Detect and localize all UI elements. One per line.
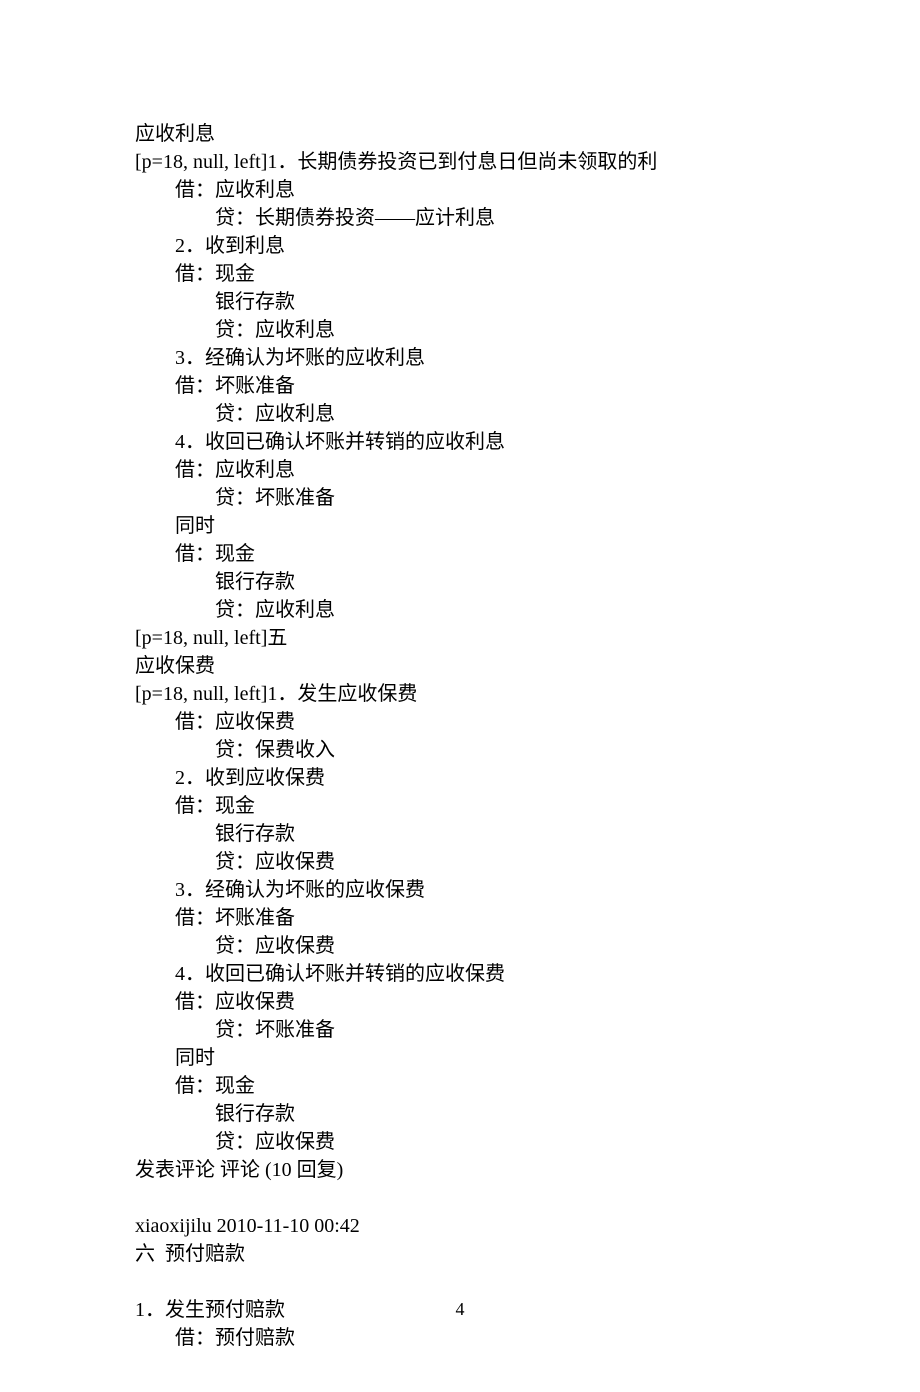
text-line: 借：应收利息 [135, 456, 785, 484]
text-line: 4．收回已确认坏账并转销的应收保费 [135, 960, 785, 988]
text-line: 借：应收保费 [135, 988, 785, 1016]
text-line: 借：坏账准备 [135, 904, 785, 932]
text-line: 借：应收保费 [135, 708, 785, 736]
text-line: 同时 [135, 512, 785, 540]
text-line: 2．收到应收保费 [135, 764, 785, 792]
text-line: 贷：坏账准备 [135, 484, 785, 512]
text-line: 银行存款 [135, 820, 785, 848]
text-line: 借：现金 [135, 792, 785, 820]
text-line: [p=18, null, left]1．长期债券投资已到付息日但尚未领取的利 [135, 148, 785, 176]
text-line: 贷：应收保费 [135, 1128, 785, 1156]
page-number: 4 [0, 1297, 920, 1322]
text-line: 六 预付赔款 [135, 1240, 785, 1268]
text-line: 贷：应收利息 [135, 596, 785, 624]
text-line: 借：现金 [135, 540, 785, 568]
text-line: 发表评论 评论 (10 回复) [135, 1156, 785, 1184]
text-line: 3．经确认为坏账的应收保费 [135, 876, 785, 904]
text-line: 贷：应收利息 [135, 316, 785, 344]
text-line: 贷：坏账准备 [135, 1016, 785, 1044]
text-line: 2．收到利息 [135, 232, 785, 260]
text-line: 应收利息 [135, 120, 785, 148]
text-line: 银行存款 [135, 1100, 785, 1128]
text-line: 应收保费 [135, 652, 785, 680]
text-line: 借：现金 [135, 260, 785, 288]
text-line: 贷：保费收入 [135, 736, 785, 764]
text-line: 贷：应收保费 [135, 848, 785, 876]
text-line: [p=18, null, left]五 [135, 624, 785, 652]
text-line: 借：应收利息 [135, 176, 785, 204]
text-line: 借：预付赔款 [135, 1324, 785, 1352]
text-line: 贷：应收保费 [135, 932, 785, 960]
document-page: 应收利息[p=18, null, left]1．长期债券投资已到付息日但尚未领取… [0, 0, 920, 1392]
text-line: [p=18, null, left]1．发生应收保费 [135, 680, 785, 708]
text-line: 4．收回已确认坏账并转销的应收利息 [135, 428, 785, 456]
text-line: 银行存款 [135, 288, 785, 316]
document-body: 应收利息[p=18, null, left]1．长期债券投资已到付息日但尚未领取… [135, 120, 785, 1352]
blank-line [135, 1268, 785, 1296]
text-line: 贷：长期债券投资——应计利息 [135, 204, 785, 232]
text-line: 贷：应收利息 [135, 400, 785, 428]
blank-line [135, 1184, 785, 1212]
text-line: 同时 [135, 1044, 785, 1072]
text-line: 借：坏账准备 [135, 372, 785, 400]
text-line: xiaoxijilu 2010-11-10 00:42 [135, 1212, 785, 1240]
text-line: 借：现金 [135, 1072, 785, 1100]
text-line: 3．经确认为坏账的应收利息 [135, 344, 785, 372]
text-line: 银行存款 [135, 568, 785, 596]
